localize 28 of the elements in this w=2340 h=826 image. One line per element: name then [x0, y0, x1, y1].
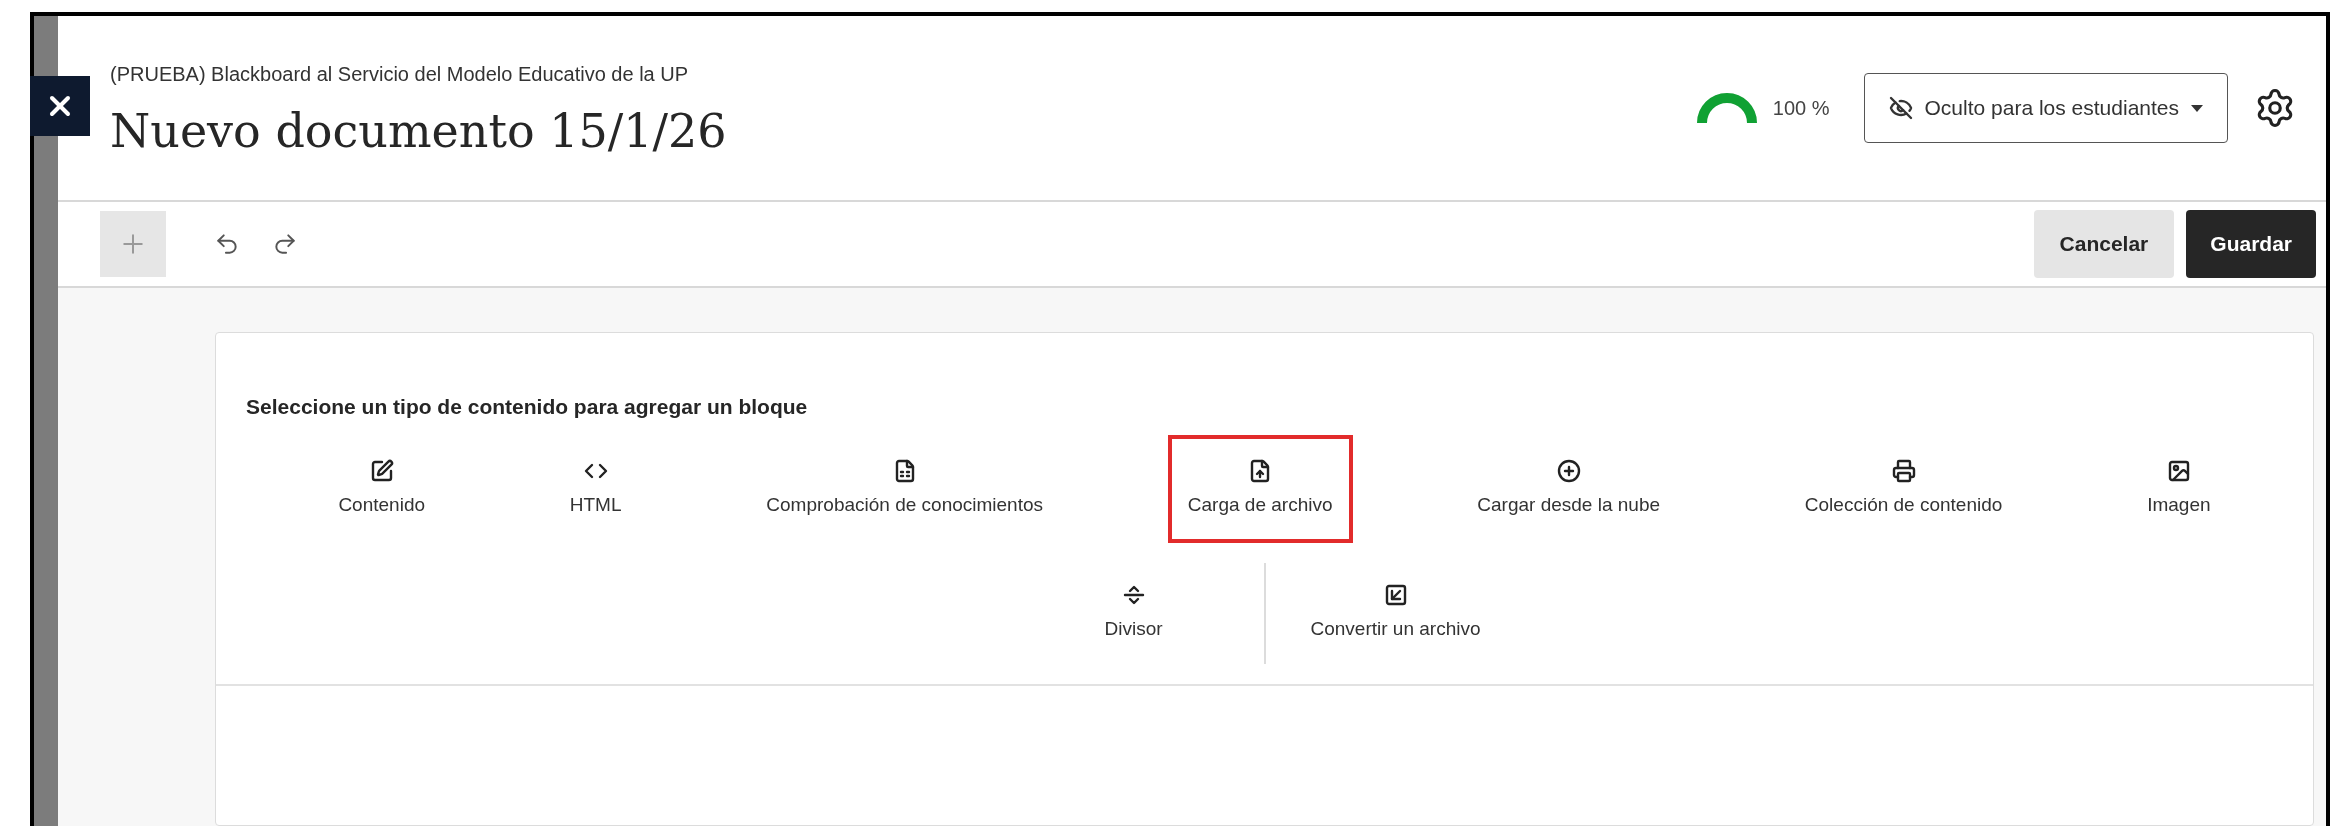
caret-icon	[2191, 104, 2203, 112]
close-button[interactable]	[30, 76, 90, 136]
undo-icon	[214, 231, 240, 257]
undo-button[interactable]	[214, 231, 240, 257]
divider-icon	[1121, 583, 1146, 607]
content-type-option[interactable]: HTML	[553, 438, 638, 539]
redo-icon	[272, 231, 298, 257]
document-title: Nuevo documento 15/1/26	[110, 102, 728, 160]
redo-button[interactable]	[272, 231, 298, 257]
course-name: (PRUEBA) Blackboard al Servicio del Modelo Educativo de la UP	[110, 61, 690, 87]
picker-heading: Seleccione un tipo de contenido para agregar un bloque	[246, 394, 809, 420]
content-type-option[interactable]: Colección de contenido	[1788, 438, 2019, 539]
content-type-option[interactable]: Carga de archivo	[1171, 438, 1349, 539]
content-type-option[interactable]: Contenido	[322, 438, 441, 539]
visibility-dropdown[interactable]: Oculto para los estudiantes	[1863, 73, 2228, 143]
progress-gauge	[1696, 93, 1757, 123]
content-type-option[interactable]: Imagen	[2131, 438, 2227, 539]
save-button[interactable]: Guardar	[2186, 210, 2316, 278]
content-type-option[interactable]: Comprobación de conocimientos	[750, 438, 1060, 539]
note-pen-icon	[369, 458, 394, 483]
image-icon	[2166, 458, 2191, 483]
cancel-button[interactable]: Cancelar	[2033, 210, 2175, 278]
content-type-option[interactable]: Cargar desde la nube	[1461, 438, 1677, 539]
plus-circle-icon	[1556, 458, 1581, 483]
progress-reading: 100 %	[1772, 96, 1830, 121]
content-type-option[interactable]: Convertir un archivo	[1265, 563, 1526, 664]
eye-off-icon	[1888, 96, 1913, 120]
content-type-option[interactable]: Divisor	[1003, 563, 1264, 664]
